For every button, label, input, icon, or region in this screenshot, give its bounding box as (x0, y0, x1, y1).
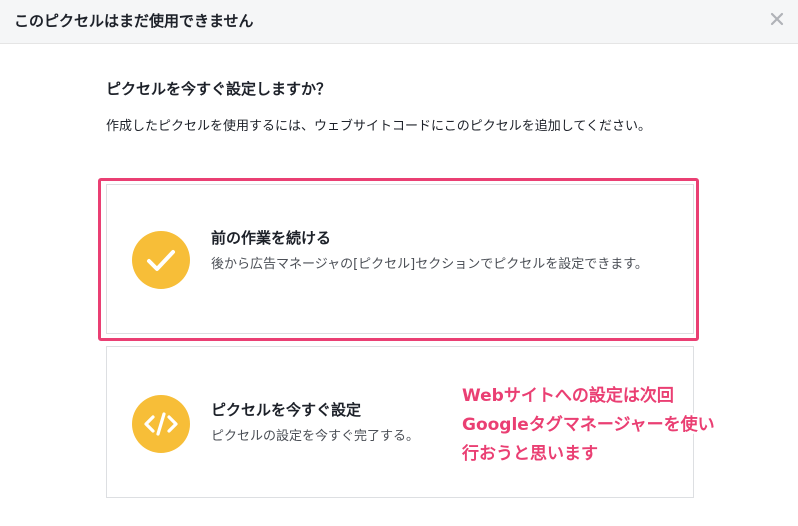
highlight-annotation-box (98, 178, 699, 341)
close-icon[interactable] (768, 10, 786, 28)
annotation-line: 行おうと思います (462, 444, 598, 464)
close-button[interactable] (768, 10, 786, 28)
annotation-text: Webサイトへの設定は次回 Googleタグマネージャーを使い 行おうと思います (462, 382, 792, 469)
setup-description: 作成したピクセルを使用するには、ウェブサイトコードにこのピクセルを追加してくださ… (106, 119, 651, 134)
annotation-line: Googleタグマネージャーを使い (462, 415, 715, 435)
setup-question: ピクセルを今すぐ設定しますか？ (106, 80, 332, 98)
code-icon (132, 395, 190, 453)
annotation-line: Webサイトへの設定は次回 (462, 386, 674, 406)
dialog-title: このピクセルはまだ使用できません (14, 12, 254, 30)
option-title: ピクセルを今すぐ設定 (211, 401, 362, 419)
dialog-header: このピクセルはまだ使用できません (0, 0, 798, 44)
